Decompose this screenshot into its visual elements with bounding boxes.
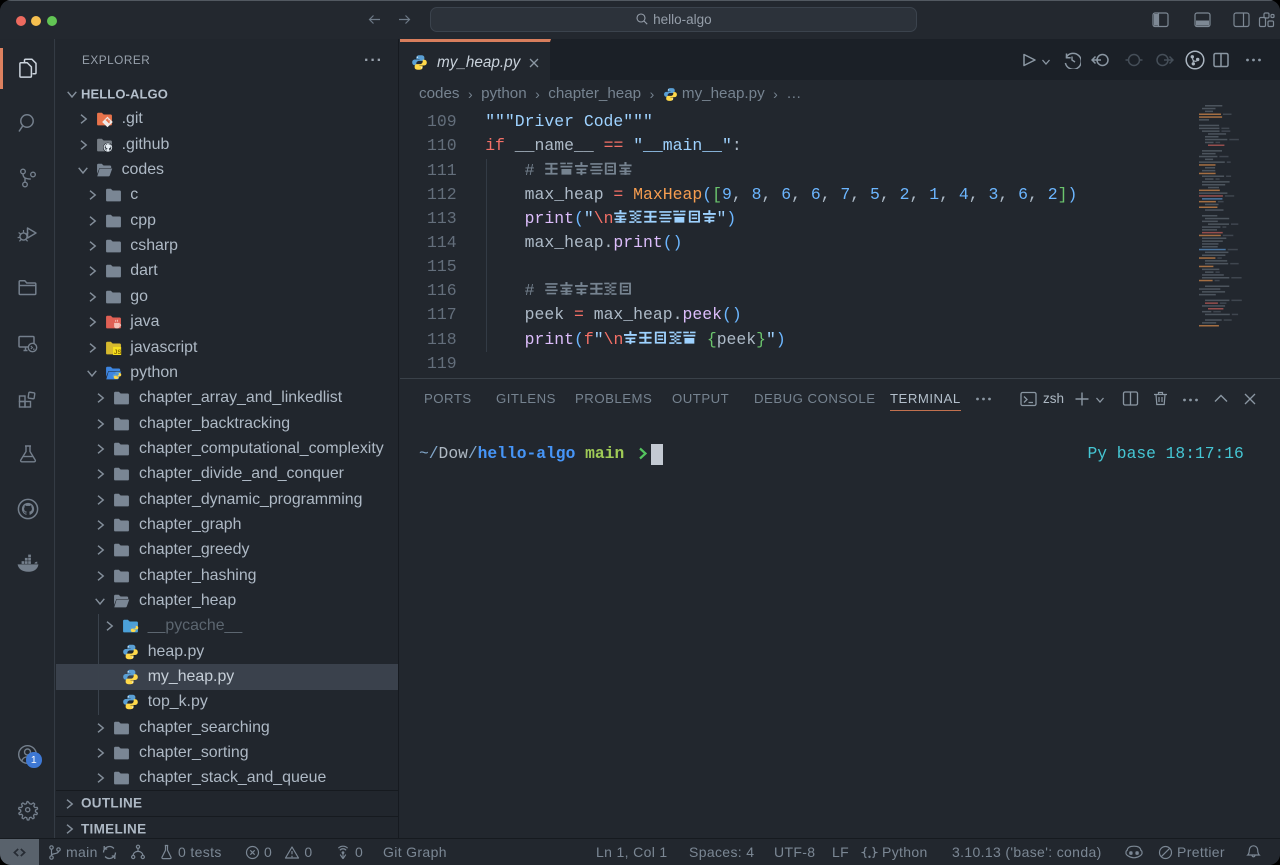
svg-text:JS: JS [114, 348, 122, 355]
